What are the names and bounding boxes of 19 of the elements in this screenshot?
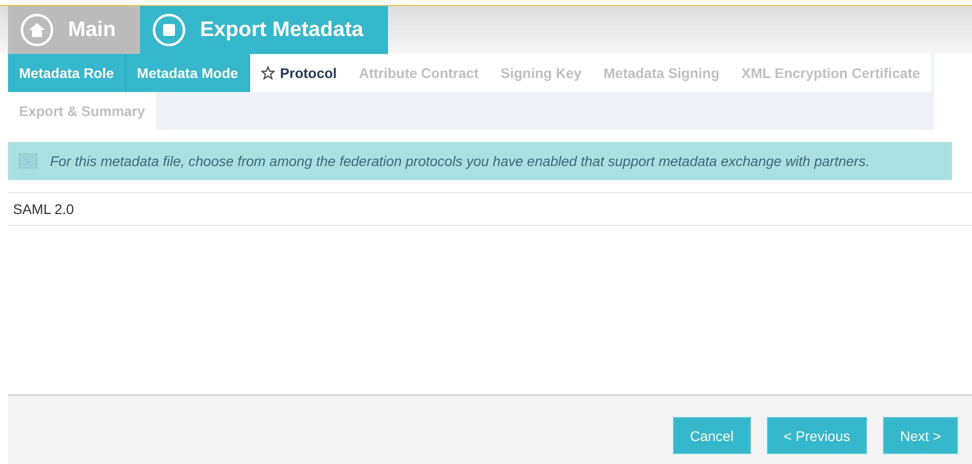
step-tab[interactable]: Signing Key [490,54,593,92]
nav-button[interactable]: Next > [883,417,958,454]
step-tab[interactable]: XML Encryption Certificate [730,54,932,92]
protocol-option[interactable]: SAML 2.0 [13,201,74,217]
step-tab[interactable]: Metadata Mode [126,54,250,92]
info-text: For this metadata file, choose from among the federation protocols you have enabled that support metadata exchange with partners. [50,153,870,169]
step-tab[interactable]: Protocol [250,54,348,92]
home-icon [20,13,54,47]
console-icon [18,153,38,169]
step-tab[interactable]: Metadata Signing [592,54,730,92]
step-tab[interactable]: Export & Summary [8,92,156,130]
nav-button[interactable]: Cancel [673,417,751,454]
header-tab[interactable]: Main [8,6,140,54]
nav-button[interactable]: < Previous [766,417,868,454]
header-tab[interactable]: Export Metadata [140,6,388,54]
stop-icon [152,13,186,47]
step-tab[interactable]: Metadata Role [8,54,126,92]
star-icon [261,66,276,80]
step-tab[interactable]: Attribute Contract [348,54,490,92]
